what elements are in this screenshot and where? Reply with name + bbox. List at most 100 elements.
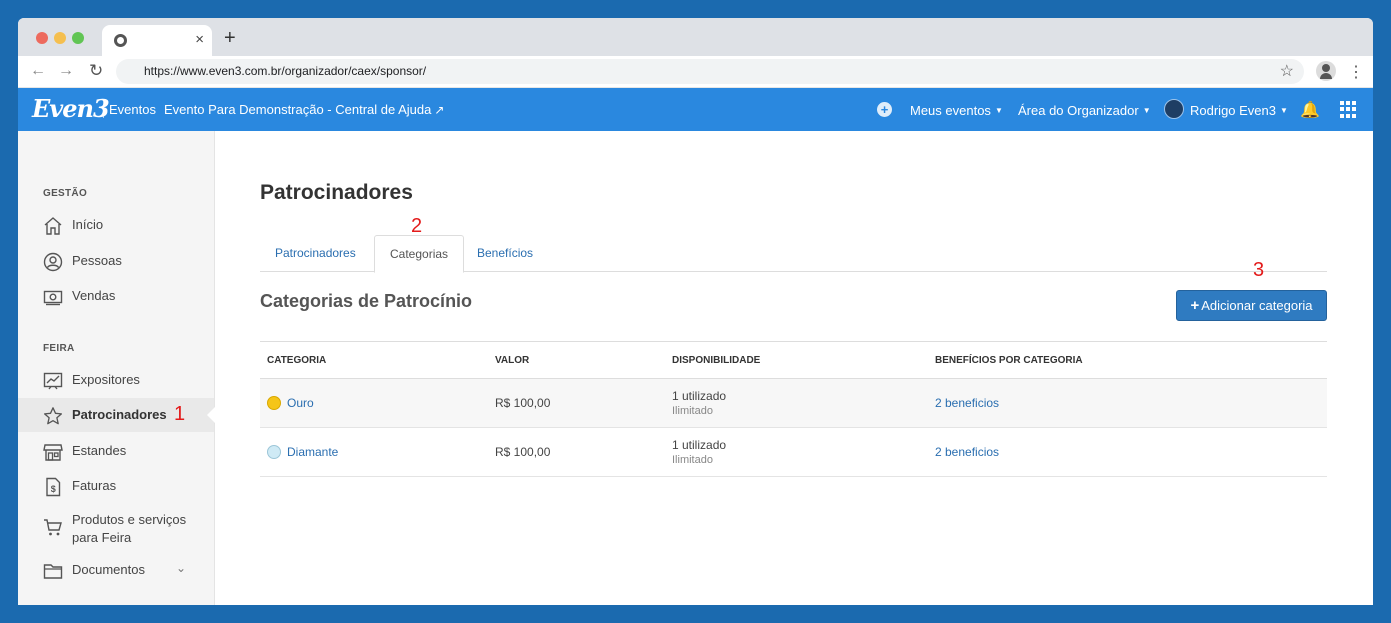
- back-arrow-icon[interactable]: ←: [30, 62, 46, 80]
- even3-logo[interactable]: Even3: [32, 94, 109, 123]
- bell-icon[interactable]: 🔔: [1300, 100, 1320, 120]
- column-header-beneficios: BENEFÍCIOS POR CATEGORIA: [928, 342, 1327, 379]
- table-row: Ouro R$ 100,00 1 utilizado Ilimitado 2 be…: [260, 379, 1327, 428]
- app-navbar: Even3 Eventos Evento Para Demonstração -…: [18, 88, 1373, 131]
- availability-cell: 1 utilizado Ilimitado: [665, 379, 928, 428]
- sidebar-item-documentos[interactable]: Documentos ⌄: [18, 553, 214, 587]
- sidebar-item-inicio[interactable]: Início: [18, 208, 214, 242]
- sidebar-item-label: Produtos e serviços para Feira: [72, 511, 202, 547]
- tab-close-icon[interactable]: ×: [195, 31, 204, 48]
- browser-tab[interactable]: ×: [102, 25, 212, 56]
- forward-arrow-icon[interactable]: →: [58, 62, 74, 80]
- table-row: Diamante R$ 100,00 1 utilizadoIlimitado …: [260, 428, 1327, 477]
- availability-limit: Ilimitado: [672, 405, 921, 417]
- chrome-favicon-icon: [114, 34, 127, 47]
- tab-patrocinadores[interactable]: Patrocinadores: [260, 235, 371, 272]
- annotation-marker-3: 3: [1253, 259, 1264, 282]
- home-icon: [43, 216, 63, 236]
- sidebar-item-vendas[interactable]: Vendas: [18, 279, 214, 313]
- add-category-label: Adicionar categoria: [1201, 298, 1312, 313]
- plus-icon: +: [1190, 297, 1199, 314]
- column-header-categoria: CATEGORIA: [260, 342, 488, 379]
- user-menu-dropdown[interactable]: Rodrigo Even3 ▼: [1190, 103, 1288, 118]
- benefits-cell: 2 beneficios: [928, 379, 1327, 428]
- cart-icon: [43, 517, 63, 537]
- minimize-window-button[interactable]: [54, 32, 66, 44]
- category-cell: Diamante: [260, 428, 488, 477]
- star-icon: [43, 406, 63, 426]
- value-cell: R$ 100,00: [488, 379, 665, 428]
- profile-icon[interactable]: [1316, 61, 1336, 81]
- url-bar[interactable]: https://www.even3.com.br/organizador/cae…: [116, 59, 1304, 84]
- annotation-marker-2: 2: [411, 215, 422, 238]
- reload-icon[interactable]: ↻: [89, 61, 103, 81]
- folder-icon: [43, 561, 63, 581]
- sidebar: GESTÃO Início Pessoas Vendas FEIRA Expos…: [18, 131, 215, 605]
- benefits-link[interactable]: 2 beneficios: [935, 445, 999, 459]
- browser-tabstrip: × +: [18, 18, 1373, 56]
- availability-cell: 1 utilizado Ilimitado: [665, 428, 928, 477]
- user-avatar[interactable]: [1164, 99, 1184, 119]
- caret-down-icon: ▼: [995, 106, 1003, 115]
- availability-used: 1 utilizado: [672, 438, 921, 452]
- person-icon: [43, 252, 63, 272]
- annotation-marker-1: 1: [174, 403, 185, 426]
- area-organizador-dropdown[interactable]: Área do Organizador ▼: [1018, 103, 1151, 118]
- sidebar-item-faturas[interactable]: $ Faturas: [18, 469, 214, 503]
- page-title: Patrocinadores: [260, 181, 413, 205]
- sidebar-item-estandes[interactable]: Estandes: [18, 434, 214, 468]
- bookmark-star-icon[interactable]: ☆: [1280, 61, 1294, 81]
- category-color-swatch: [267, 445, 281, 459]
- nav-event-link[interactable]: Evento Para Demonstração - Central de Aj…: [164, 102, 444, 117]
- availability-used: 1 utilizado: [672, 389, 921, 403]
- category-link[interactable]: Diamante: [287, 445, 338, 459]
- sidebar-item-label: Faturas: [72, 478, 116, 493]
- category-cell: Ouro: [260, 379, 488, 428]
- chevron-down-icon[interactable]: ⌄: [176, 561, 186, 575]
- money-icon: [43, 287, 63, 307]
- tab-categorias[interactable]: Categorias: [374, 235, 464, 273]
- tab-bar: Patrocinadores Categorias Benefícios: [260, 235, 1327, 272]
- sidebar-item-label: Documentos: [72, 562, 145, 577]
- kebab-menu-icon[interactable]: ⋮: [1348, 62, 1364, 82]
- sidebar-item-label: Expositores: [72, 372, 140, 387]
- sidebar-item-label: Pessoas: [72, 253, 122, 268]
- url-text: https://www.even3.com.br/organizador/cae…: [144, 64, 426, 78]
- table-header-row: CATEGORIA VALOR DISPONIBILIDADE BENEFÍCI…: [260, 342, 1327, 379]
- user-name-label: Rodrigo Even3: [1190, 103, 1276, 118]
- new-tab-button[interactable]: +: [224, 27, 236, 50]
- tab-beneficios[interactable]: Benefícios: [462, 235, 548, 272]
- benefits-cell: 2 beneficios: [928, 428, 1327, 477]
- invoice-icon: $: [43, 477, 63, 497]
- close-window-button[interactable]: [36, 32, 48, 44]
- maximize-window-button[interactable]: [72, 32, 84, 44]
- category-link[interactable]: Ouro: [287, 396, 314, 410]
- category-color-swatch: [267, 396, 281, 410]
- external-link-icon: ↗: [434, 103, 444, 117]
- meus-eventos-label: Meus eventos: [910, 103, 991, 118]
- sidebar-item-expositores[interactable]: Expositores: [18, 363, 214, 397]
- benefits-link[interactable]: 2 beneficios: [935, 396, 999, 410]
- categories-table: CATEGORIA VALOR DISPONIBILIDADE BENEFÍCI…: [260, 341, 1327, 477]
- caret-down-icon: ▼: [1143, 106, 1151, 115]
- meus-eventos-dropdown[interactable]: Meus eventos ▼: [910, 103, 1003, 118]
- browser-window: × + ← → ↻ https://www.even3.com.br/organ…: [18, 18, 1373, 605]
- add-category-button[interactable]: +Adicionar categoria: [1176, 290, 1327, 321]
- availability-limit: Ilimitado: [672, 454, 921, 466]
- address-bar-row: ← → ↻ https://www.even3.com.br/organizad…: [18, 56, 1373, 88]
- apps-grid-icon[interactable]: [1340, 101, 1357, 118]
- value-cell: R$ 100,00: [488, 428, 665, 477]
- logo-divider: [103, 100, 104, 118]
- sidebar-item-pessoas[interactable]: Pessoas: [18, 244, 214, 278]
- event-name-label: Evento Para Demonstração - Central de Aj…: [164, 102, 431, 117]
- caret-down-icon: ▼: [1280, 106, 1288, 115]
- nav-eventos-link[interactable]: Eventos: [109, 102, 156, 117]
- sidebar-item-label: Estandes: [72, 443, 126, 458]
- section-title: Categorias de Patrocínio: [260, 291, 472, 312]
- area-organizador-label: Área do Organizador: [1018, 103, 1139, 118]
- column-header-valor: VALOR: [488, 342, 665, 379]
- add-circle-icon[interactable]: +: [877, 102, 892, 117]
- sidebar-item-produtos[interactable]: Produtos e serviços para Feira: [18, 507, 214, 547]
- column-header-disponibilidade: DISPONIBILIDADE: [665, 342, 928, 379]
- chart-board-icon: [43, 371, 63, 391]
